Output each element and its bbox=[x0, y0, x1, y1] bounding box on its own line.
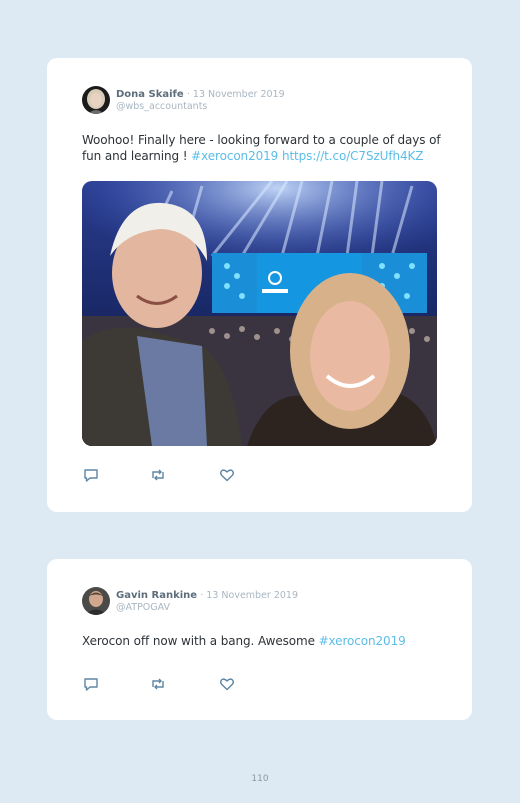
author-name[interactable]: Gavin Rankine bbox=[116, 590, 197, 601]
retweet-icon[interactable] bbox=[150, 467, 166, 483]
tweet-body: Xerocon off now with a bang. Awesome bbox=[82, 634, 319, 648]
avatar[interactable] bbox=[82, 587, 110, 615]
hashtag-link[interactable]: #xerocon2019 bbox=[319, 634, 406, 648]
avatar[interactable] bbox=[82, 86, 110, 114]
author-line: Gavin Rankine · 13 November 2019 bbox=[116, 589, 298, 602]
tweet-card: Dona Skaife · 13 November 2019 @wbs_acco… bbox=[47, 58, 472, 512]
tweet-text: Woohoo! Finally here - looking forward t… bbox=[82, 132, 442, 164]
author-line: Dona Skaife · 13 November 2019 bbox=[116, 88, 285, 101]
tweet-photo[interactable] bbox=[82, 181, 437, 446]
tweet-actions bbox=[83, 676, 243, 692]
page-number: 110 bbox=[251, 774, 269, 784]
tweet-date: · 13 November 2019 bbox=[200, 590, 299, 601]
author-handle[interactable]: @ATPOGAV bbox=[116, 602, 170, 614]
tweet-actions bbox=[83, 467, 243, 483]
tweet-card: Gavin Rankine · 13 November 2019 @ATPOGA… bbox=[47, 559, 472, 720]
author-handle[interactable]: @wbs_accountants bbox=[116, 101, 207, 113]
reply-icon[interactable] bbox=[83, 676, 99, 692]
retweet-icon[interactable] bbox=[150, 676, 166, 692]
hashtag-link[interactable]: #xerocon2019 bbox=[191, 149, 278, 163]
url-link[interactable]: https://t.co/C7SzUfh4KZ bbox=[282, 149, 424, 163]
tweet-date: · 13 November 2019 bbox=[186, 89, 285, 100]
heart-icon[interactable] bbox=[219, 467, 235, 483]
author-name[interactable]: Dona Skaife bbox=[116, 89, 184, 100]
tweet-text: Xerocon off now with a bang. Awesome #xe… bbox=[82, 633, 442, 649]
reply-icon[interactable] bbox=[83, 467, 99, 483]
heart-icon[interactable] bbox=[219, 676, 235, 692]
